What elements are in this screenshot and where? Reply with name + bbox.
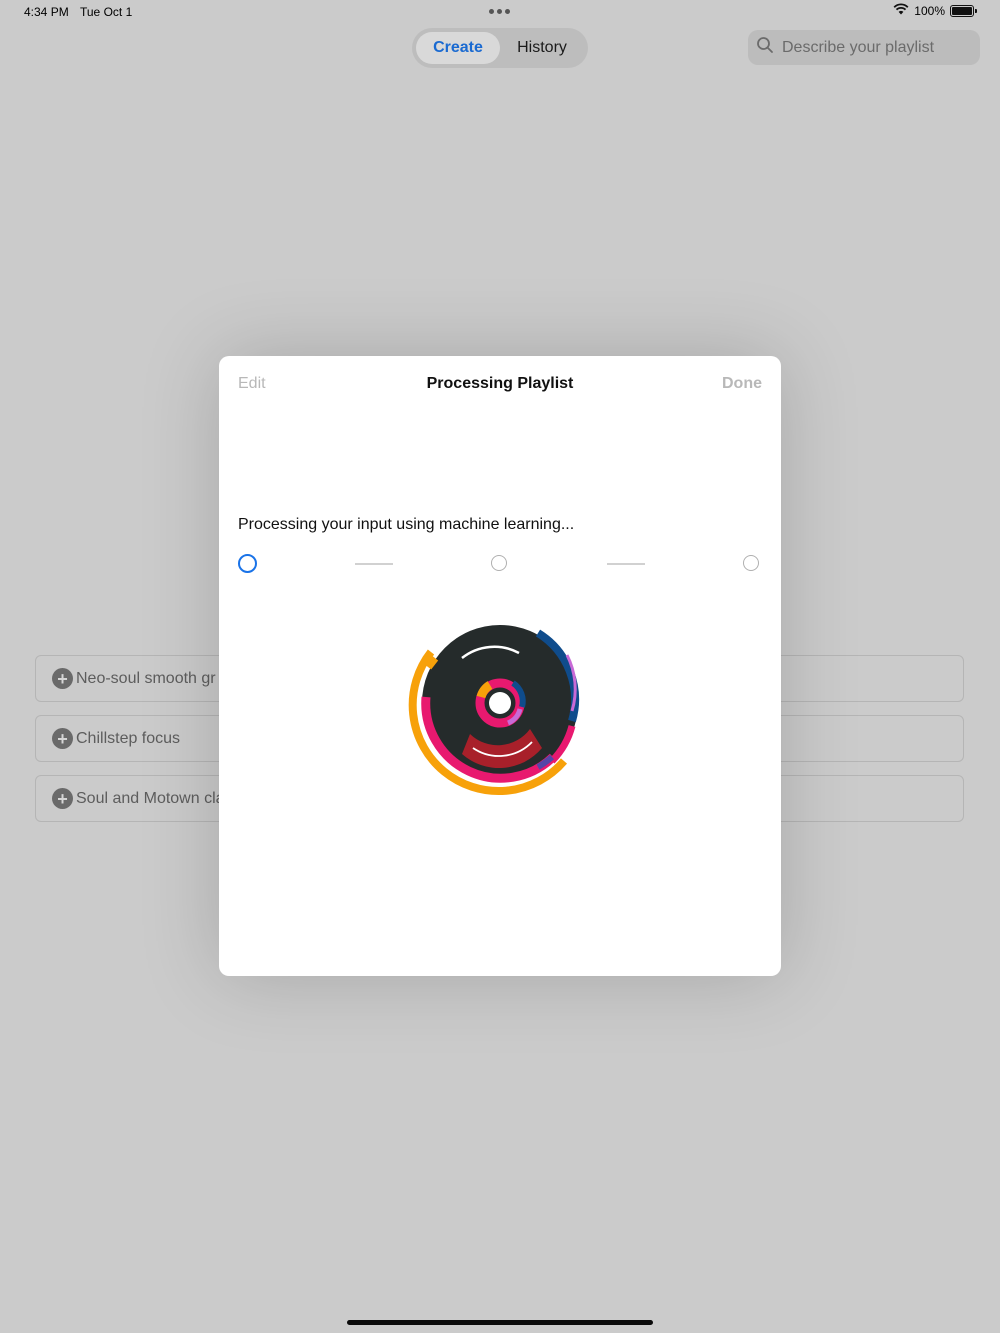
status-time: 4:34 PM xyxy=(24,5,69,19)
status-right: 100% xyxy=(893,3,977,18)
step-connector xyxy=(355,563,393,565)
modal-title: Processing Playlist xyxy=(426,375,574,392)
step-indicator-3 xyxy=(743,555,759,571)
battery-icon xyxy=(950,4,977,17)
battery-percent: 100% xyxy=(914,3,945,18)
done-button[interactable]: Done xyxy=(722,375,762,393)
plus-circle-icon[interactable]: + xyxy=(52,668,73,689)
tab-create[interactable]: Create xyxy=(416,32,500,64)
step-indicator-2 xyxy=(491,555,507,571)
plus-circle-icon[interactable]: + xyxy=(52,728,73,749)
search-bar[interactable] xyxy=(748,30,980,65)
status-bar: 4:34 PM Tue Oct 1 100% xyxy=(0,0,1000,24)
status-date: Tue Oct 1 xyxy=(80,5,133,19)
home-indicator[interactable] xyxy=(347,1320,653,1325)
processing-disc-animation xyxy=(408,625,580,796)
processing-message: Processing your input using machine lear… xyxy=(238,516,575,533)
multitasking-dots-icon[interactable] xyxy=(489,9,510,14)
plus-circle-icon[interactable]: + xyxy=(52,788,73,809)
tab-history[interactable]: History xyxy=(500,32,584,64)
step-indicator-1 xyxy=(238,554,257,573)
search-input[interactable] xyxy=(780,37,974,58)
processing-modal: Edit Processing Playlist Done Processing… xyxy=(219,356,781,976)
list-item-label: Soul and Motown cla xyxy=(76,789,225,807)
wifi-icon xyxy=(893,3,909,18)
create-history-segmented-control: Create History xyxy=(412,28,588,68)
step-connector xyxy=(607,563,645,565)
list-item-label: Chillstep focus xyxy=(76,729,181,747)
magnifier-icon xyxy=(756,36,774,59)
list-item-label: Neo-soul smooth gr xyxy=(76,669,216,687)
